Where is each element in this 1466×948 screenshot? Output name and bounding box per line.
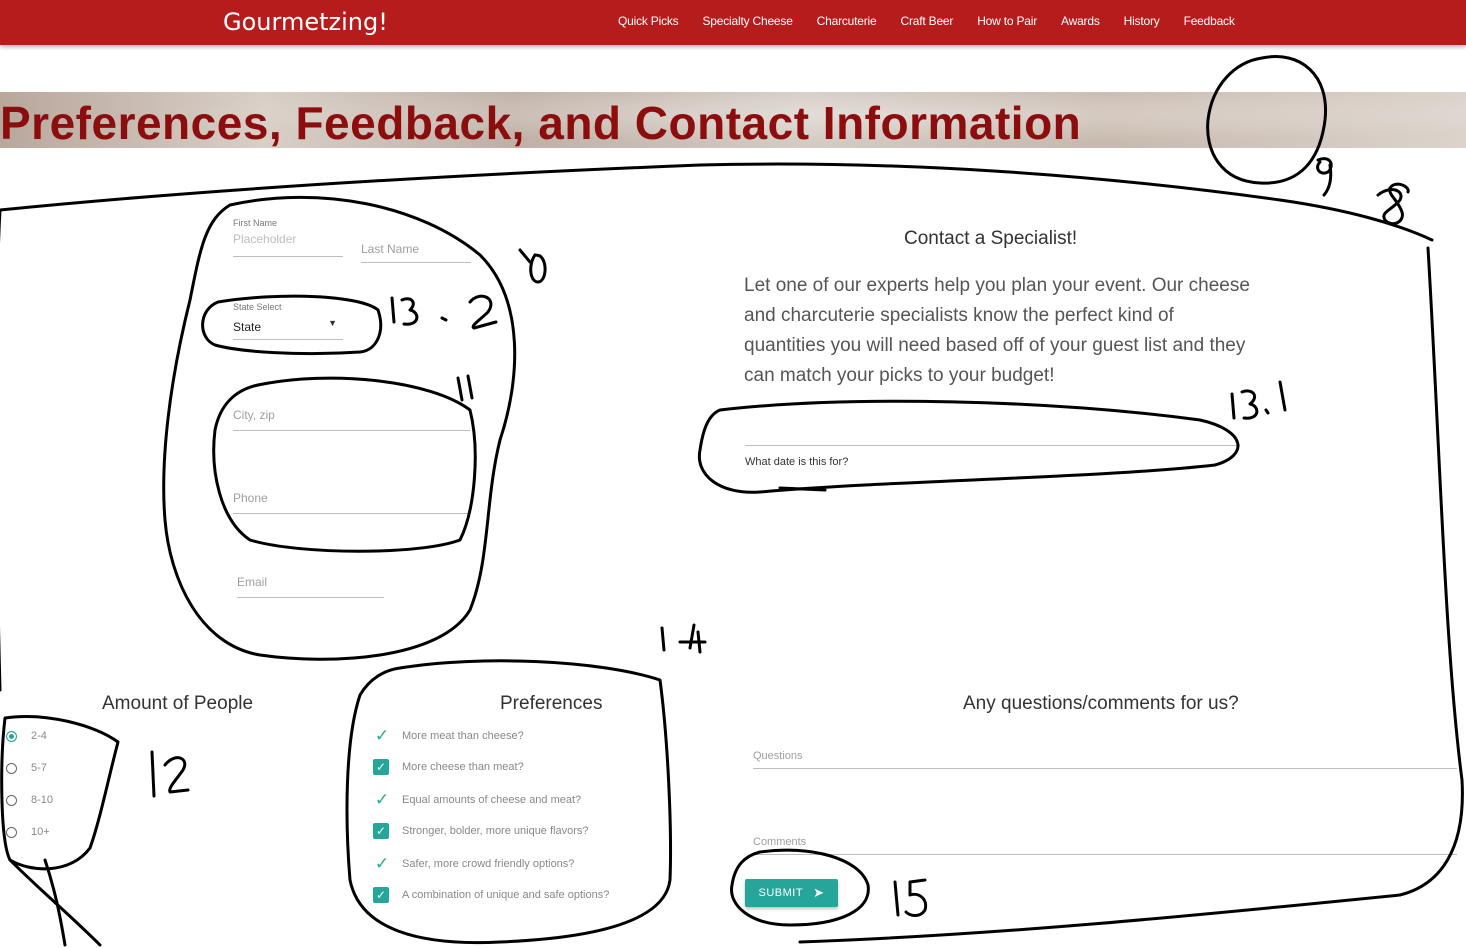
phone-field[interactable]: Phone	[233, 489, 470, 514]
page-title: Preferences, Feedback, and Contact Infor…	[0, 97, 1082, 148]
pref-option-label: Safer, more crowd friendly options?	[402, 858, 575, 870]
people-option-8-10[interactable]: 8-10	[6, 794, 53, 806]
pref-option-label: More cheese than meat?	[402, 761, 524, 773]
first-name-label: First Name	[233, 218, 278, 228]
checkmark-icon: ✓	[374, 790, 390, 809]
email-field[interactable]: Email	[237, 573, 384, 598]
pref-option[interactable]: ✓ Equal amounts of cheese and meat?	[373, 791, 581, 809]
radio-icon	[6, 794, 17, 806]
nav-link-specialty-cheese[interactable]: Specialty Cheese	[702, 14, 792, 28]
submit-button[interactable]: SUBMIT ➤	[745, 879, 838, 907]
last-name-placeholder: Last Name	[361, 242, 420, 256]
nav-links: Quick Picks Specialty Cheese Charcuterie…	[618, 14, 1259, 28]
first-name-field[interactable]: First Name Placeholder	[233, 218, 343, 257]
radio-icon	[6, 826, 17, 838]
brand-logo[interactable]: Gourmetzing!	[223, 8, 388, 36]
pref-option[interactable]: ✓ Stronger, bolder, more unique flavors?	[373, 823, 589, 839]
questions-field[interactable]: Questions	[753, 746, 1457, 769]
nav-link-history[interactable]: History	[1124, 14, 1160, 28]
people-title: Amount of People	[102, 693, 254, 714]
annotation-loop-11	[212, 376, 477, 553]
comments-placeholder: Comments	[753, 836, 807, 848]
radio-icon	[6, 762, 17, 774]
state-select-label: State Select	[233, 302, 282, 312]
event-date-label: What date is this for?	[745, 456, 849, 468]
nav-link-craft-beer[interactable]: Craft Beer	[901, 14, 954, 28]
send-icon: ➤	[813, 885, 825, 900]
contact-title: Contact a Specialist!	[904, 228, 1078, 249]
people-option-label: 5-7	[31, 762, 47, 774]
annotation-number-13-2	[390, 294, 498, 330]
nav-link-feedback[interactable]: Feedback	[1184, 14, 1235, 28]
people-option-10-plus[interactable]: 10+	[6, 826, 50, 838]
nav-link-how-to-pair[interactable]: How to Pair	[977, 14, 1037, 28]
first-name-placeholder: Placeholder	[233, 232, 297, 246]
event-date-field[interactable]: What date is this for?	[745, 423, 1240, 468]
annotation-number-12	[150, 750, 190, 798]
dropdown-arrow-icon: ▼	[328, 318, 337, 328]
comments-field[interactable]: Comments	[753, 832, 1457, 855]
annotation-number-9	[1316, 157, 1333, 197]
checkmark-icon: ✓	[374, 726, 390, 745]
people-option-label: 2-4	[31, 730, 47, 742]
annotation-number-11	[456, 374, 474, 402]
questions-title: Any questions/comments for us?	[963, 693, 1239, 714]
pref-option[interactable]: ✓ Safer, more crowd friendly options?	[373, 854, 575, 873]
pref-option[interactable]: ✓ A combination of unique and safe optio…	[373, 887, 609, 903]
contact-description: Let one of our experts help you plan you…	[744, 275, 1250, 386]
page-banner: Preferences, Feedback, and Contact Infor…	[0, 92, 1466, 148]
submit-label: SUBMIT	[758, 887, 804, 899]
checkbox-checked-icon: ✓	[373, 759, 389, 775]
annotation-number-14	[660, 623, 707, 654]
radio-checked-icon	[6, 730, 17, 742]
nav-link-awards[interactable]: Awards	[1061, 14, 1100, 28]
checkbox-checked-icon: ✓	[373, 887, 389, 903]
email-placeholder: Email	[237, 575, 268, 589]
preferences-title: Preferences	[500, 693, 603, 714]
people-option-label: 10+	[31, 826, 50, 838]
checkmark-icon: ✓	[374, 854, 390, 873]
pref-option[interactable]: ✓ More cheese than meat?	[373, 759, 524, 775]
pref-option-label: More meat than cheese?	[402, 730, 524, 742]
questions-placeholder: Questions	[753, 750, 803, 762]
nav-link-quick-picks[interactable]: Quick Picks	[618, 14, 679, 28]
pref-option-label: Equal amounts of cheese and meat?	[402, 794, 582, 806]
top-navbar: Gourmetzing! Quick Picks Specialty Chees…	[0, 0, 1466, 45]
annotation-number-15	[893, 878, 928, 917]
checkbox-checked-icon: ✓	[373, 823, 389, 839]
annotation-number-8	[1376, 182, 1410, 226]
pref-option-label: A combination of unique and safe options…	[402, 889, 610, 901]
pref-option-label: Stronger, bolder, more unique flavors?	[402, 825, 589, 837]
annotation-number-10	[518, 248, 547, 284]
phone-placeholder: Phone	[233, 491, 268, 505]
city-zip-placeholder: City, zip	[233, 408, 275, 422]
people-option-5-7[interactable]: 5-7	[6, 762, 47, 774]
people-option-2-4[interactable]: 2-4	[6, 730, 47, 742]
state-select-value: State	[233, 320, 262, 334]
city-zip-field[interactable]: City, zip	[233, 406, 470, 431]
state-select[interactable]: State Select State ▼	[233, 302, 343, 340]
last-name-field[interactable]: Last Name	[361, 240, 471, 263]
nav-link-charcuterie[interactable]: Charcuterie	[817, 14, 877, 28]
pref-option[interactable]: ✓ More meat than cheese?	[373, 727, 524, 745]
annotation-stroke-left	[8, 858, 102, 947]
people-option-label: 8-10	[31, 794, 54, 806]
